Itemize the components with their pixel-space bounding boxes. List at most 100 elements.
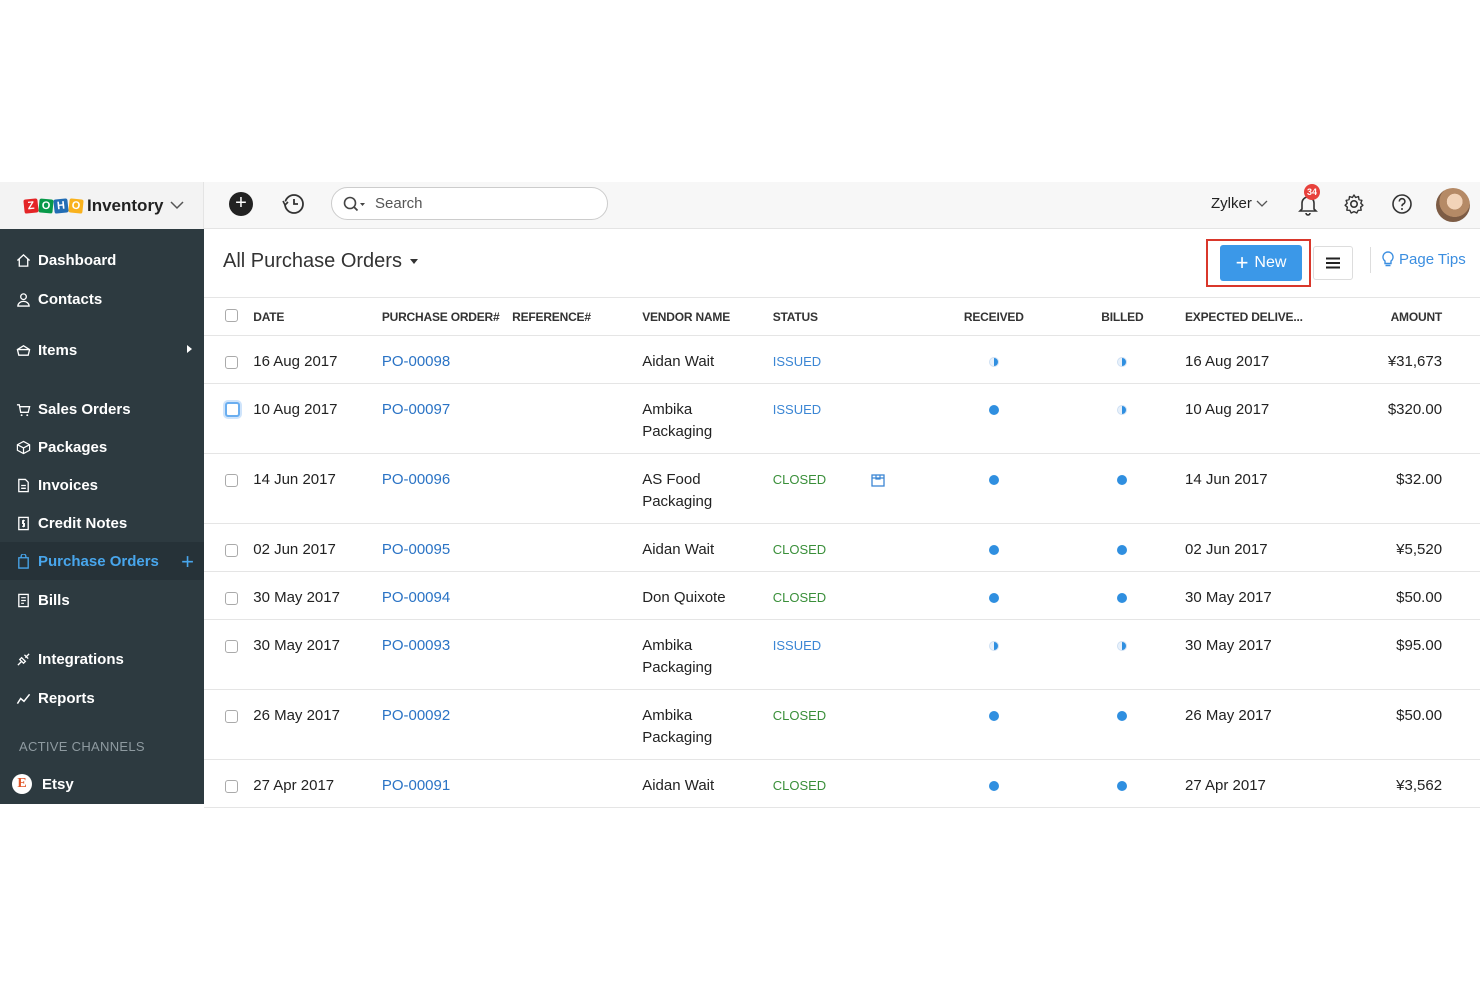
sidebar-item-contacts[interactable]: Contacts [0, 280, 204, 318]
select-all-checkbox[interactable] [225, 308, 238, 322]
sidebar-item-reports[interactable]: Reports [0, 679, 204, 717]
avatar[interactable] [1436, 188, 1470, 222]
purchase-order-link[interactable]: PO-00095 [382, 541, 450, 558]
quick-create-button[interactable]: + [229, 192, 253, 216]
column-header-received[interactable]: RECEIVED [927, 297, 1060, 336]
row-checkbox[interactable] [225, 474, 238, 487]
billed-status-icon [1117, 781, 1128, 791]
purchase-order-link[interactable]: PO-00093 [382, 637, 450, 654]
cell-amount: $50.00 [1339, 689, 1443, 760]
billed-status-icon [1117, 405, 1128, 415]
status-badge: CLOSED [772, 778, 827, 793]
column-header-purchase-order[interactable]: PURCHASE ORDER# [381, 297, 513, 336]
table-row[interactable]: 10 Aug 2017 PO-00097 Ambika Packaging ISSUED… [204, 383, 1480, 454]
sidebar-item-label: Credit Notes [38, 514, 128, 532]
cell-received [927, 453, 1060, 524]
sidebar-item-label: Reports [38, 689, 95, 707]
purchase-order-link[interactable]: PO-00094 [382, 589, 450, 606]
purchase-order-link[interactable]: PO-00096 [382, 471, 450, 488]
row-checkbox[interactable] [225, 402, 240, 417]
search-icon[interactable] [343, 196, 367, 212]
purchase-order-link[interactable]: PO-00097 [382, 401, 450, 418]
cell-reference [512, 335, 643, 384]
cell-billed [1059, 453, 1185, 524]
cell-icon [870, 335, 928, 384]
items-icon [16, 344, 31, 356]
cell-status: CLOSED [772, 453, 871, 524]
table-row[interactable]: 30 May 2017 PO-00094 Don Quixote CLOSED 30 M… [204, 571, 1480, 620]
history-icon[interactable] [280, 191, 306, 217]
package-status-icon[interactable] [870, 472, 886, 488]
billed-status-icon [1117, 641, 1128, 651]
sidebar-item-integrations[interactable]: Integrations [0, 640, 204, 678]
cell-received [927, 523, 1060, 572]
sidebar-item-packages[interactable]: Packages [0, 428, 204, 466]
cell-purchase-order: PO-00096 [381, 453, 513, 524]
column-header-amount[interactable]: AMOUNT [1339, 297, 1442, 336]
column-header-billed[interactable]: BILLED [1059, 297, 1185, 336]
search-input[interactable] [375, 195, 575, 212]
sidebar-item-dashboard[interactable]: Dashboard [0, 241, 204, 279]
purchase-order-link[interactable]: PO-00091 [382, 777, 450, 794]
table-row[interactable]: 26 May 2017 PO-00092 Ambika Packaging CLOSED… [204, 689, 1480, 760]
sidebar-item-invoices[interactable]: Invoices [0, 466, 204, 504]
column-header-vendor[interactable]: VENDOR NAME [642, 297, 773, 336]
row-checkbox[interactable] [225, 544, 238, 557]
column-header-expected-delivery[interactable]: EXPECTED DELIVE... [1185, 297, 1340, 336]
cell-reference [512, 689, 643, 760]
cell-received [927, 619, 1060, 690]
purchase-order-link[interactable]: PO-00092 [382, 707, 450, 724]
help-icon[interactable] [1390, 192, 1414, 216]
sidebar-item-etsy[interactable]: E Etsy [0, 765, 204, 803]
billed-status-icon [1117, 475, 1128, 485]
view-selector[interactable]: All Purchase Orders [223, 250, 418, 273]
purchase-order-link[interactable]: PO-00098 [382, 353, 450, 370]
table-row[interactable]: 30 May 2017 PO-00093 Ambika Packaging ISSUED… [204, 619, 1480, 690]
row-checkbox[interactable] [225, 710, 238, 723]
row-checkbox[interactable] [225, 640, 238, 653]
vendor-name-line: Packaging [642, 493, 713, 510]
sidebar-item-sales-orders[interactable]: Sales Orders [0, 390, 204, 428]
cell-date: 30 May 2017 [253, 571, 382, 620]
table-row[interactable]: 16 Aug 2017 PO-00098 Aidan Wait ISSUED 16 Au… [204, 335, 1480, 384]
cell-expected-delivery: 10 Aug 2017 [1185, 383, 1340, 454]
sidebar-item-label: Items [38, 341, 78, 359]
billed-status-icon [1117, 711, 1128, 721]
table-row[interactable]: 02 Jun 2017 PO-00095 Aidan Wait CLOSED 02 Ju… [204, 523, 1480, 572]
page-tips-link[interactable]: Page Tips [1382, 251, 1466, 268]
row-checkbox[interactable] [225, 592, 238, 605]
gear-icon[interactable] [1342, 192, 1366, 216]
purchase-order-icon [18, 553, 29, 569]
chevron-down-icon [170, 201, 184, 210]
sidebar-item-bills[interactable]: Bills [0, 581, 204, 619]
hamburger-icon [1326, 257, 1340, 269]
person-icon [17, 292, 30, 307]
cell-billed [1059, 523, 1185, 572]
cell-icon [870, 523, 928, 572]
add-purchase-order-button[interactable]: + [181, 549, 194, 575]
column-header-date[interactable]: DATE [253, 297, 382, 336]
status-badge: CLOSED [772, 708, 827, 723]
status-badge: ISSUED [772, 638, 822, 653]
column-header-status[interactable]: STATUS [772, 297, 871, 336]
cell-status: ISSUED [772, 383, 871, 454]
received-status-icon [988, 781, 999, 791]
cell-amount: ¥5,520 [1339, 523, 1443, 572]
app-switcher[interactable]: Z O H O Inventory [0, 182, 204, 229]
row-checkbox[interactable] [225, 780, 238, 793]
cell-purchase-order: PO-00094 [381, 571, 513, 620]
more-options-button[interactable] [1313, 246, 1353, 280]
caret-down-icon [409, 259, 418, 265]
sidebar-item-purchase-orders[interactable]: Purchase Orders + [0, 542, 204, 580]
table-row[interactable]: 14 Jun 2017 PO-00096 AS Food Packaging CLOSE… [204, 453, 1480, 524]
search-box[interactable] [331, 187, 608, 220]
table-row[interactable]: 27 Apr 2017 PO-00091 Aidan Wait CLOSED 27 Ap… [204, 759, 1480, 808]
column-header-reference[interactable]: REFERENCE# [512, 297, 643, 336]
cell-amount: $95.00 [1339, 619, 1443, 690]
row-checkbox[interactable] [225, 356, 238, 369]
sidebar-item-items[interactable]: Items [0, 331, 204, 369]
sidebar-item-credit-notes[interactable]: Credit Notes [0, 504, 204, 542]
cell-vendor: Aidan Wait [642, 759, 773, 808]
organization-switcher[interactable]: Zylker [1211, 195, 1268, 212]
new-button[interactable]: + New [1220, 245, 1302, 281]
